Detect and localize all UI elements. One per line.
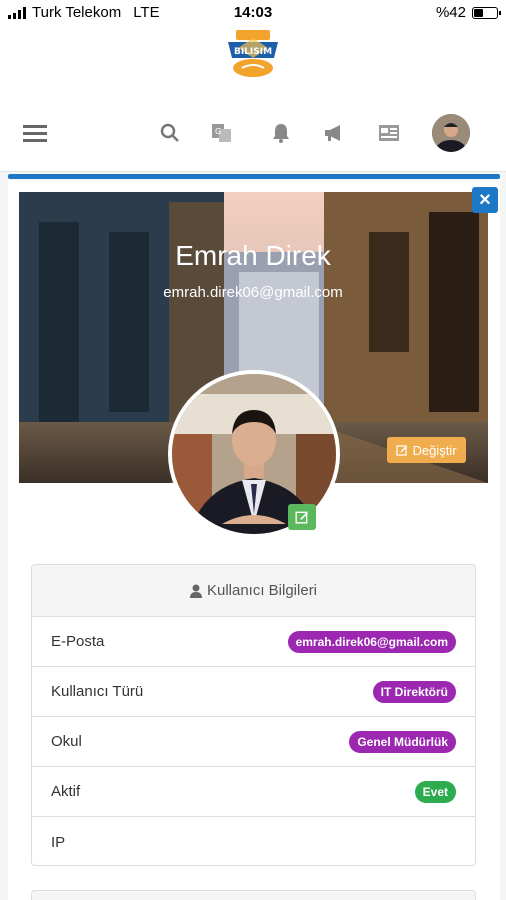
svg-text:BILISIM: BILISIM	[234, 47, 272, 57]
status-right: %42	[435, 4, 501, 21]
user-avatar[interactable]	[432, 114, 470, 152]
close-icon: ×	[479, 188, 491, 211]
menu-icon[interactable]	[20, 116, 50, 150]
user-info-header: Kullanıcı Bilgileri	[32, 565, 475, 617]
info-row-active: Aktif Evet	[32, 767, 475, 817]
info-label: Kullanıcı Türü	[51, 683, 144, 700]
info-row-user-type: Kullanıcı Türü IT Direktörü	[32, 667, 475, 717]
status-bar: Turk Telekom LTE 14:03 %42	[0, 0, 506, 26]
bell-icon[interactable]	[266, 116, 296, 150]
user-info-panel: Kullanıcı Bilgileri E-Posta emrah.direk0…	[31, 564, 476, 866]
news-icon[interactable]	[374, 116, 404, 150]
profile-email: emrah.direk06@gmail.com	[163, 284, 343, 301]
edit-icon	[295, 511, 308, 524]
info-value-badge: emrah.direk06@gmail.com	[287, 630, 456, 653]
app-header: BILISIM G	[0, 26, 506, 172]
info-label: Okul	[51, 733, 82, 750]
status-time: 14:03	[233, 4, 273, 21]
user-info-title: Kullanıcı Bilgileri	[206, 582, 318, 599]
translate-icon[interactable]: G	[207, 116, 237, 150]
info-row-ip: IP	[32, 817, 475, 865]
user-icon	[189, 584, 202, 598]
profile-name: Emrah Direk	[175, 240, 331, 271]
info-row-email: E-Posta emrah.direk06@gmail.com	[32, 617, 475, 667]
info-value-badge: Evet	[414, 780, 456, 803]
megaphone-icon[interactable]	[319, 116, 349, 150]
top-accent-bar	[8, 174, 500, 179]
info-row-school: Okul Genel Müdürlük	[32, 717, 475, 767]
info-label: Aktif	[51, 783, 81, 800]
info-value-badge: Genel Müdürlük	[349, 730, 456, 753]
battery-percent: %42	[435, 4, 466, 21]
battery-icon	[472, 6, 501, 19]
avatar-edit-button[interactable]	[288, 504, 316, 530]
info-label: IP	[51, 833, 66, 851]
close-button[interactable]: ×	[472, 187, 498, 213]
svg-text:G: G	[215, 127, 221, 136]
edit-icon	[396, 445, 408, 456]
change-cover-button[interactable]: Değiştir	[387, 437, 466, 463]
info-value-badge: IT Direktörü	[372, 680, 456, 703]
search-icon[interactable]	[155, 116, 185, 150]
next-panel-header	[31, 890, 476, 900]
app-logo[interactable]: BILISIM	[224, 28, 282, 80]
battery-fill	[474, 8, 483, 17]
nav-bar: G	[0, 116, 506, 150]
info-label: E-Posta	[51, 633, 105, 650]
change-cover-label: Değiştir	[412, 442, 457, 458]
